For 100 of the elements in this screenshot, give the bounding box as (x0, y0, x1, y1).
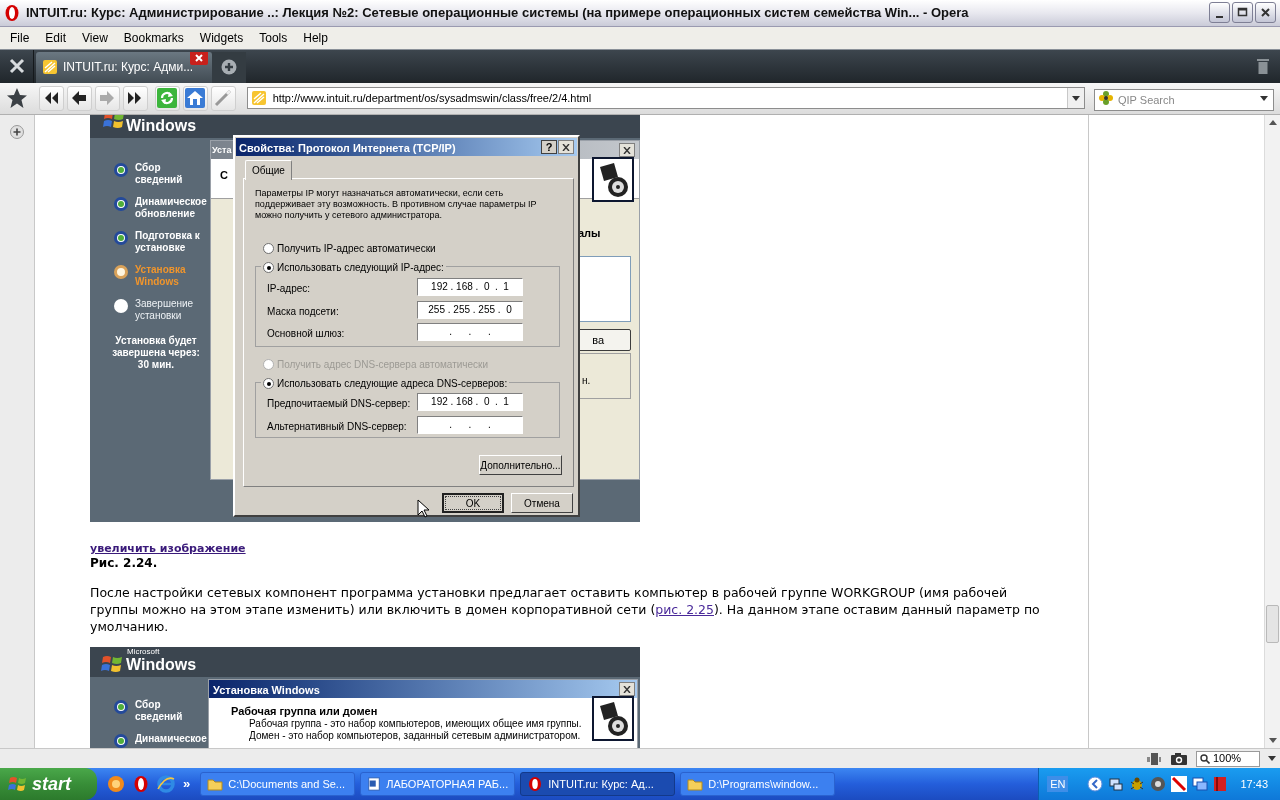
radio-button[interactable] (263, 262, 274, 274)
taskbar-button[interactable]: ЛАБОРАТОРНАЯ РАБ... (360, 772, 516, 796)
advanced-button[interactable]: Дополнительно... (479, 455, 562, 476)
help-button[interactable]: ? (541, 140, 557, 155)
taskbar-button[interactable]: C:\Documents and Se... (200, 772, 356, 796)
address-field[interactable]: http://www.intuit.ru/department/os/sysadmswin/class/free/2/4.html (246, 87, 1085, 110)
taskbar-button[interactable]: INTUIT.ru: Курс: Ад... (520, 772, 676, 796)
minimize-icon (1216, 15, 1223, 18)
step-done-marker (114, 197, 128, 212)
step-label: Установка Windows (135, 264, 187, 289)
dialog-title: Свойства: Протокол Интернета (TCP/IP) (239, 141, 456, 157)
scrollbar-thumb[interactable] (1266, 605, 1279, 644)
opera-logo-icon[interactable] (133, 775, 149, 793)
field-label: Маска подсети: (267, 304, 339, 319)
menu-item[interactable]: File (2, 28, 38, 47)
close-button[interactable] (1255, 2, 1276, 24)
window-title: Уста (212, 144, 232, 157)
windows-icon[interactable] (1192, 776, 1209, 792)
panels-icon[interactable] (1146, 751, 1162, 766)
close-icon (623, 146, 631, 154)
figure-link[interactable]: рис. 2.25 (655, 602, 714, 618)
step-pending-marker (114, 299, 128, 314)
more-button[interactable]: » (183, 774, 191, 794)
menu-item[interactable]: Help (295, 28, 336, 47)
close-icon (623, 685, 631, 693)
search-field[interactable]: QIP Search (1094, 89, 1274, 112)
maximize-button[interactable] (1232, 2, 1253, 24)
clock: 17:43 (1240, 776, 1268, 792)
reload-button[interactable] (154, 85, 180, 111)
zoom-field[interactable]: 100% (1196, 750, 1260, 767)
book-icon[interactable] (1213, 776, 1228, 792)
flower-icon (1098, 90, 1114, 107)
menu-item[interactable]: View (74, 28, 116, 47)
wand-button[interactable] (210, 85, 236, 111)
close-button[interactable] (619, 143, 635, 158)
camera-icon[interactable] (1170, 751, 1188, 766)
bug-icon[interactable] (1129, 776, 1146, 792)
close-button[interactable] (558, 140, 574, 155)
scrollbar[interactable] (1264, 115, 1280, 749)
close-tab-button[interactable] (190, 51, 208, 65)
figure-caption: Рис. 2.24. (90, 556, 158, 571)
plus-icon[interactable] (10, 125, 24, 140)
page-icon (42, 59, 58, 75)
minimize-button[interactable] (1209, 2, 1230, 24)
radio-label: Получить IP-адрес автоматически (277, 242, 436, 257)
plus-icon (221, 59, 237, 75)
scroll-up-icon (1268, 120, 1277, 126)
menu-item[interactable]: Edit (37, 28, 75, 47)
back-button[interactable] (66, 85, 92, 111)
close-icon (1260, 7, 1271, 19)
caret-icon[interactable] (1268, 756, 1276, 762)
description-text: Домен - это набор компьютеров, заданный сетевым администратором. (249, 730, 581, 743)
ip-address-field[interactable]: . . . (417, 416, 523, 435)
maximize-icon (1237, 7, 1248, 19)
windows-logo-text: Windows (126, 656, 197, 675)
fast-forward-button[interactable] (122, 85, 148, 111)
disc-icon[interactable] (1150, 776, 1167, 792)
radio-label: Использовать следующие адреса DNS-серверов: (277, 377, 508, 392)
taskbar-button[interactable]: D:\Programs\window... (680, 772, 836, 796)
ip-address-field[interactable]: . . . (417, 323, 523, 342)
radio-button[interactable] (263, 378, 274, 390)
tab[interactable]: Общие (245, 160, 292, 181)
start-button[interactable]: start (0, 768, 97, 800)
trash-icon (1256, 56, 1270, 75)
reload-icon (156, 87, 179, 110)
step-done-marker (114, 163, 128, 178)
dialog-button[interactable]: Отмена (511, 493, 573, 514)
close-icon (195, 54, 203, 62)
enlarge-image-link[interactable]: увеличить изображение (90, 542, 246, 557)
menu-item[interactable]: Bookmarks (115, 28, 192, 47)
network-icon[interactable] (1108, 776, 1125, 792)
dialog-button[interactable]: OK (442, 493, 504, 514)
sphere-icon[interactable] (107, 775, 125, 793)
field-label: IP-адрес: (267, 282, 311, 297)
tab[interactable]: INTUIT.ru: Курс: Адми... (36, 51, 212, 83)
field-label: Альтернативный DNS-сервер: (267, 420, 407, 435)
star-icon[interactable] (6, 87, 28, 110)
step-done-marker (114, 231, 128, 246)
step-label: Динамическое (135, 733, 207, 746)
step-current-marker (114, 265, 128, 280)
close-button[interactable] (619, 682, 635, 697)
home-button[interactable] (182, 85, 208, 111)
document-icon (367, 776, 382, 792)
description-text: Рабочая группа - это набор компьютеров, имеющих общее имя группы. (249, 718, 582, 731)
menu-item[interactable]: Tools (251, 28, 296, 47)
no-entry-icon[interactable] (1171, 776, 1188, 792)
new-tab-button[interactable] (212, 51, 246, 83)
rewind-button[interactable] (38, 85, 64, 111)
ip-address-field[interactable]: 192 . 168 . 0 . 1 (417, 278, 523, 297)
dropdown-button[interactable] (1067, 88, 1084, 109)
menu-item[interactable]: Widgets (191, 28, 252, 47)
step-label: Сбор сведений (135, 162, 184, 187)
radio-label: Получить адрес DNS-сервера автоматически (277, 358, 489, 373)
window-title: Установка Windows (213, 683, 320, 699)
radio-button[interactable] (263, 243, 274, 255)
ip-address-field[interactable]: 255 . 255 . 255 . 0 (417, 300, 523, 319)
ip-address-field[interactable]: 192 . 168 . 0 . 1 (417, 393, 523, 412)
step-label: Завершение установки (135, 298, 195, 323)
field-label: Основной шлюз: (267, 327, 345, 342)
browser-e-icon[interactable] (157, 775, 175, 793)
